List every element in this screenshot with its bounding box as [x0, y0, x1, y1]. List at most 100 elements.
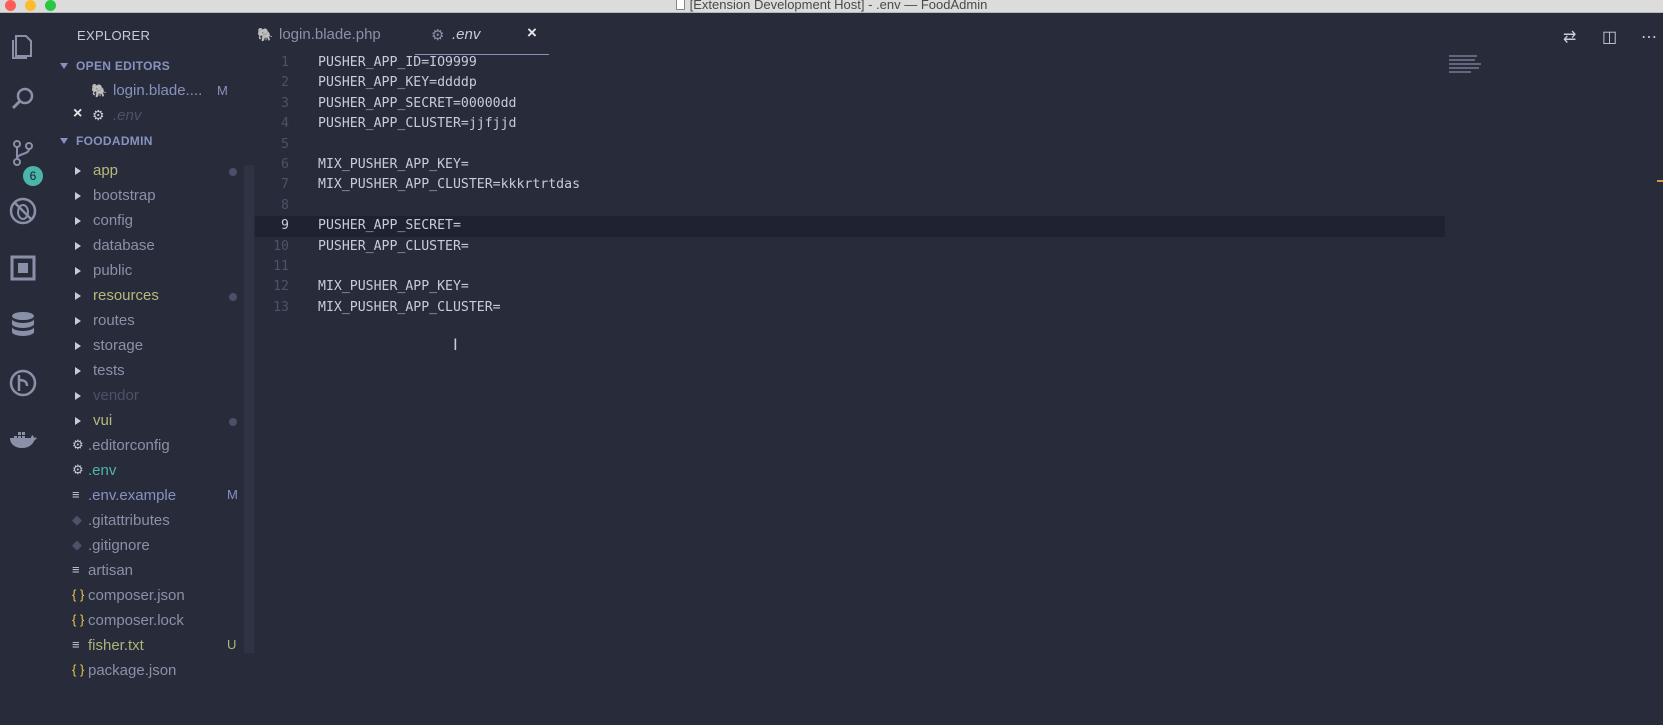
code-line[interactable]: 8 [255, 196, 1445, 217]
search-icon[interactable] [5, 81, 41, 117]
folder-label: app [93, 162, 119, 179]
folder-item[interactable]: config [60, 209, 245, 234]
line-number: 7 [281, 177, 289, 193]
file-label: fisher.txt [88, 637, 144, 654]
chevron-right-icon [75, 242, 81, 250]
file-item[interactable]: ≡ fisher.txt U [60, 634, 245, 659]
code-line[interactable]: 3 PUSHER_APP_SECRET=00000dd [255, 94, 1445, 115]
open-editor-item[interactable]: 🐘 login.blade.... M [60, 79, 245, 104]
line-number: 10 [273, 238, 289, 254]
line-number: 12 [273, 279, 289, 295]
code-line[interactable]: 6 MIX_PUSHER_APP_KEY= [255, 155, 1445, 176]
folder-label: database [93, 237, 155, 254]
line-text: PUSHER_APP_SECRET=00000dd [318, 95, 517, 111]
explorer-title: EXPLORER [77, 28, 151, 43]
chevron-down-icon [60, 63, 68, 69]
tab-label: login.blade.php [279, 26, 381, 43]
close-icon[interactable]: × [527, 23, 537, 43]
line-text: PUSHER_APP_CLUSTER=jjfjjd [318, 116, 517, 132]
line-text: MIX_PUSHER_APP_CLUSTER= [318, 299, 501, 315]
database-icon[interactable] [5, 307, 41, 343]
lines-icon: ≡ [72, 637, 80, 652]
tab-label: .env [452, 26, 481, 43]
code-line[interactable]: 13 MIX_PUSHER_APP_CLUSTER= [255, 298, 1445, 319]
project-header[interactable]: FOODADMIN [60, 134, 153, 148]
code-line[interactable]: 4 PUSHER_APP_CLUSTER=jjfjjd [255, 114, 1445, 135]
file-item[interactable]: ≡ .env.example M [60, 484, 245, 509]
json-icon: { } [72, 587, 85, 602]
file-label: .env.example [88, 487, 177, 504]
json-icon: { } [72, 612, 85, 627]
folder-label: storage [93, 337, 144, 354]
tab-env[interactable]: ⚙ .env × [415, 13, 549, 55]
folder-item[interactable]: app [60, 159, 245, 184]
code-line[interactable]: 5 [255, 135, 1445, 156]
folder-item[interactable]: routes [60, 309, 245, 334]
file-item[interactable]: ◆ .gitignore [60, 534, 245, 559]
code-line[interactable]: 7 MIX_PUSHER_APP_CLUSTER=kkkrtrtdas [255, 175, 1445, 196]
debug-icon[interactable] [5, 193, 41, 229]
editor-tabs: 🐘 login.blade.php ⚙ .env × [255, 13, 1663, 55]
folder-item[interactable]: database [60, 234, 245, 259]
modified-dot-icon [229, 418, 237, 426]
line-number: 9 [281, 218, 289, 234]
json-icon: { } [72, 662, 85, 677]
file-item[interactable]: ⚙ .editorconfig [60, 434, 245, 459]
line-text: PUSHER_APP_KEY=ddddp [318, 75, 477, 91]
open-changes-icon[interactable]: ⇄ [1563, 27, 1576, 47]
folder-item[interactable]: resources [60, 284, 245, 309]
folder-item[interactable]: storage [60, 334, 245, 359]
text-cursor-icon: I [453, 335, 458, 354]
folder-label: tests [93, 362, 125, 379]
tab-login-blade[interactable]: 🐘 login.blade.php [255, 13, 415, 55]
line-text: MIX_PUSHER_APP_KEY= [318, 157, 469, 172]
folder-label: config [93, 212, 134, 229]
document-icon [675, 0, 685, 10]
status-badge: U [227, 637, 237, 652]
elephant-icon: 🐘 [257, 27, 274, 42]
chevron-right-icon [75, 192, 81, 200]
open-editor-label: .env [113, 107, 142, 124]
file-item[interactable]: { } package.json [60, 659, 245, 684]
modified-dot-icon [229, 168, 237, 176]
chevron-right-icon [75, 417, 81, 425]
line-text: PUSHER_APP_ID=IO9999 [318, 55, 477, 70]
file-label: .editorconfig [88, 437, 170, 454]
open-editors-header[interactable]: OPEN EDITORS [60, 59, 170, 73]
extensions-icon[interactable] [5, 250, 41, 286]
source-control-badge: 6 [23, 166, 43, 186]
file-label: .gitattributes [88, 512, 170, 529]
file-item[interactable]: ◆ .gitattributes [60, 509, 245, 534]
gear-icon: ⚙ [72, 437, 84, 452]
file-item[interactable]: ⚙ .env [60, 459, 245, 484]
code-line[interactable]: 11 [255, 257, 1445, 278]
code-line[interactable]: 1 PUSHER_APP_ID=IO9999 [255, 53, 1445, 74]
file-item[interactable]: ≡ artisan [60, 559, 245, 584]
split-editor-icon[interactable]: ◫ [1602, 27, 1617, 47]
code-line[interactable]: 12 MIX_PUSHER_APP_KEY= [255, 277, 1445, 298]
file-item[interactable]: { } composer.json [60, 584, 245, 609]
git-graph-icon[interactable] [5, 365, 41, 401]
line-number: 5 [281, 136, 289, 152]
code-line[interactable]: 9 PUSHER_APP_SECRET= [255, 216, 1445, 238]
docker-icon[interactable] [5, 422, 41, 458]
more-actions-icon[interactable]: ⋯ [1641, 27, 1657, 47]
folder-item[interactable]: tests [60, 359, 245, 384]
git-icon: ◆ [72, 512, 82, 527]
folder-item[interactable]: public [60, 259, 245, 284]
files-icon[interactable] [5, 29, 41, 65]
folder-item[interactable]: vui [60, 409, 245, 434]
code-line[interactable]: 10 PUSHER_APP_CLUSTER= [255, 237, 1445, 258]
close-icon[interactable]: × [73, 105, 82, 123]
minimap[interactable] [1449, 55, 1489, 85]
chevron-right-icon [75, 367, 81, 375]
file-item[interactable]: { } composer.lock [60, 609, 245, 634]
modified-dot-icon [229, 293, 237, 301]
folder-item[interactable]: bootstrap [60, 184, 245, 209]
code-line[interactable]: 2 PUSHER_APP_KEY=ddddp [255, 73, 1445, 94]
sidebar-scrollbar[interactable] [244, 165, 254, 653]
open-editor-item[interactable]: × ⚙ .env [60, 104, 245, 129]
folder-item[interactable]: vendor [60, 384, 245, 409]
code-editor[interactable]: 1 PUSHER_APP_ID=IO9999 2 PUSHER_APP_KEY=ddd… [255, 55, 1663, 725]
line-text: MIX_PUSHER_APP_CLUSTER=kkkrtrtdas [318, 177, 581, 193]
